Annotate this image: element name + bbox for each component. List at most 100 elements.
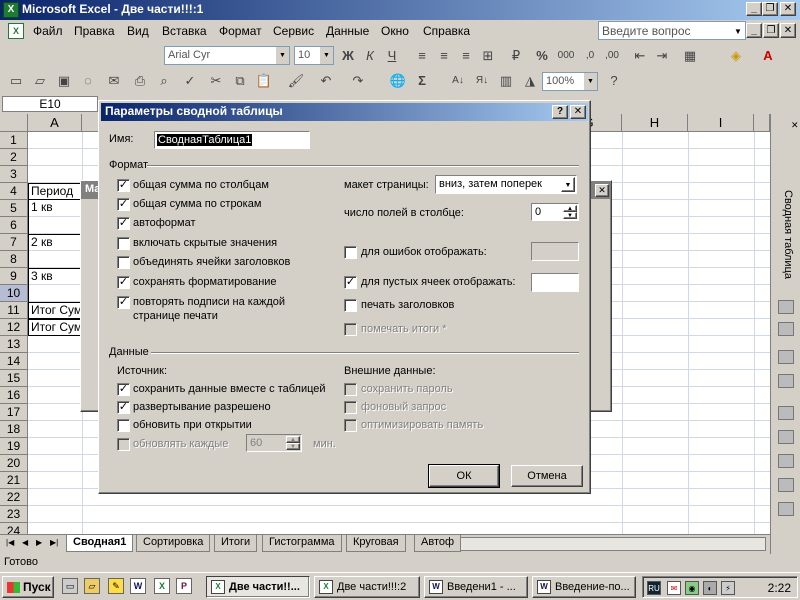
ok-button[interactable]: ОК (428, 464, 500, 488)
row-header[interactable]: 5 (0, 200, 28, 217)
cell-a5[interactable]: 1 кв (28, 200, 82, 234)
undo-icon[interactable]: ↶ (316, 71, 336, 91)
dialog-help-button[interactable]: ? (552, 105, 568, 119)
fields-per-column-spinner[interactable]: 0 ▲ ▼ (531, 203, 579, 221)
menu-format[interactable]: Формат (219, 24, 262, 38)
horizontal-scrollbar[interactable] (460, 537, 766, 551)
print-titles-checkbox[interactable] (344, 299, 357, 312)
save-icon[interactable]: ▣ (54, 71, 74, 91)
cancel-button[interactable]: Отмена (511, 465, 583, 487)
format-painter-icon[interactable]: 🖌 (286, 71, 306, 91)
row-header[interactable]: 19 (0, 438, 28, 455)
doc-minimize-button[interactable]: _ (746, 23, 762, 38)
show-detail-icon[interactable] (778, 430, 794, 444)
spelling-icon[interactable]: ✓ (180, 71, 200, 91)
autosum-icon[interactable]: Σ (412, 71, 432, 91)
show-desktop-icon[interactable]: ▭ (62, 578, 78, 594)
cell-a7[interactable]: 2 кв (28, 234, 82, 268)
chevron-down-icon[interactable]: ▼ (561, 177, 575, 192)
mark-totals-checkbox[interactable] (344, 323, 357, 336)
help-icon[interactable]: ? (604, 71, 624, 91)
bold-button[interactable]: Ж (338, 46, 358, 66)
refresh-every-checkbox[interactable] (117, 438, 130, 451)
cell-a11[interactable]: Итог Сум (28, 302, 82, 319)
chevron-down-icon[interactable]: ▼ (276, 47, 289, 64)
optimize-memory-checkbox[interactable] (344, 419, 357, 432)
hide-detail-icon[interactable] (778, 406, 794, 420)
pivot-name-input[interactable]: СводнаяТаблица1 (154, 131, 310, 149)
row-header[interactable]: 9 (0, 268, 28, 285)
options-icon[interactable] (778, 502, 794, 516)
sort-desc-icon[interactable]: Я↓ (472, 71, 492, 91)
error-values-input[interactable] (531, 242, 579, 261)
page-layout-select[interactable]: вниз, затем поперек ▼ (435, 175, 577, 194)
row-header[interactable]: 21 (0, 472, 28, 489)
save-data-checkbox[interactable]: ✓ (117, 383, 130, 396)
doc-close-button[interactable]: ✕ (780, 23, 796, 38)
sheet-tab-avtof[interactable]: Автоф (414, 535, 462, 552)
hyperlink-icon[interactable]: 🌐 (388, 71, 408, 91)
row-header[interactable]: 2 (0, 149, 28, 166)
access-icon[interactable]: P (176, 578, 192, 594)
help-dropdown-icon[interactable]: ▼ (734, 27, 742, 36)
menu-help[interactable]: Справка (423, 24, 470, 38)
empty-cells-checkbox[interactable]: ✓ (344, 276, 357, 289)
align-center-icon[interactable]: ≡ (434, 46, 454, 66)
row-header[interactable]: 11 (0, 302, 28, 319)
row-header[interactable]: 3 (0, 166, 28, 183)
percent-button[interactable]: % (532, 46, 552, 66)
print-preview-icon[interactable]: ⌕ (154, 71, 174, 91)
cell-a12[interactable]: Итог Сум (28, 319, 82, 336)
row-header[interactable]: 15 (0, 370, 28, 387)
row-header[interactable]: 14 (0, 353, 28, 370)
next-sheet-icon[interactable]: ▶ (36, 538, 42, 547)
power-icon[interactable]: ⚡ (721, 581, 735, 595)
fill-color-icon[interactable]: ◈ (726, 46, 746, 66)
sheet-tab-svodnaya1[interactable]: Сводная1 (66, 535, 134, 552)
cell-a9[interactable]: 3 кв (28, 268, 82, 302)
doc-restore-button[interactable]: ❐ (763, 23, 779, 38)
row-header[interactable]: 12 (0, 319, 28, 336)
row-header[interactable]: 22 (0, 489, 28, 506)
name-box[interactable]: E10 (2, 96, 98, 112)
pivot-chart-icon[interactable] (778, 322, 794, 336)
permission-icon[interactable]: ◌ (78, 71, 98, 91)
cell-a4[interactable]: Период (28, 183, 82, 200)
align-left-icon[interactable]: ≡ (412, 46, 432, 66)
zoom-combo[interactable]: 100% ▼ (542, 72, 598, 91)
underline-button[interactable]: Ч (382, 46, 402, 66)
pivot-field-list-icon[interactable] (778, 300, 794, 314)
chevron-down-icon[interactable]: ▼ (584, 73, 597, 90)
menu-data[interactable]: Данные (326, 24, 369, 38)
font-size-combo[interactable]: 10 ▼ (294, 46, 334, 65)
merge-labels-checkbox[interactable] (117, 256, 130, 269)
increase-decimal-icon[interactable]: ,0 (580, 46, 600, 66)
task-word-2[interactable]: W Введение-по... (532, 576, 636, 598)
cut-icon[interactable]: ✂ (206, 71, 226, 91)
thousands-button[interactable]: 000 (556, 46, 576, 66)
menu-view[interactable]: Вид (127, 24, 149, 38)
row-header[interactable]: 18 (0, 421, 28, 438)
prev-sheet-icon[interactable]: ◀ (22, 538, 28, 547)
preserve-formatting-checkbox[interactable]: ✓ (117, 276, 130, 289)
task-excel-1[interactable]: X Две части!!... (206, 576, 310, 598)
close-icon[interactable]: ✕ (791, 120, 799, 131)
explorer-icon[interactable]: ▱ (84, 578, 100, 594)
redo-icon[interactable]: ↷ (348, 71, 368, 91)
volume-icon[interactable]: ◐ (703, 581, 717, 595)
spin-up-icon[interactable]: ▲ (286, 436, 300, 443)
decrease-indent-icon[interactable]: ⇤ (630, 46, 650, 66)
row-header[interactable]: 17 (0, 404, 28, 421)
sheet-tab-krugovaya[interactable]: Круговая (346, 535, 406, 552)
repeat-labels-checkbox[interactable]: ✓ (117, 296, 130, 309)
menu-window[interactable]: Окно (381, 24, 409, 38)
sheet-tab-itogi[interactable]: Итоги (214, 535, 258, 552)
table-icon[interactable] (778, 374, 794, 388)
paste-icon[interactable]: 📋 (254, 71, 274, 91)
row-header[interactable]: 16 (0, 387, 28, 404)
include-hidden-checkbox[interactable] (117, 237, 130, 250)
increase-indent-icon[interactable]: ⇥ (652, 46, 672, 66)
close-icon[interactable]: ✕ (595, 184, 609, 197)
language-indicator[interactable]: RU (647, 581, 661, 595)
help-search-input[interactable]: Введите вопрос (598, 21, 746, 40)
